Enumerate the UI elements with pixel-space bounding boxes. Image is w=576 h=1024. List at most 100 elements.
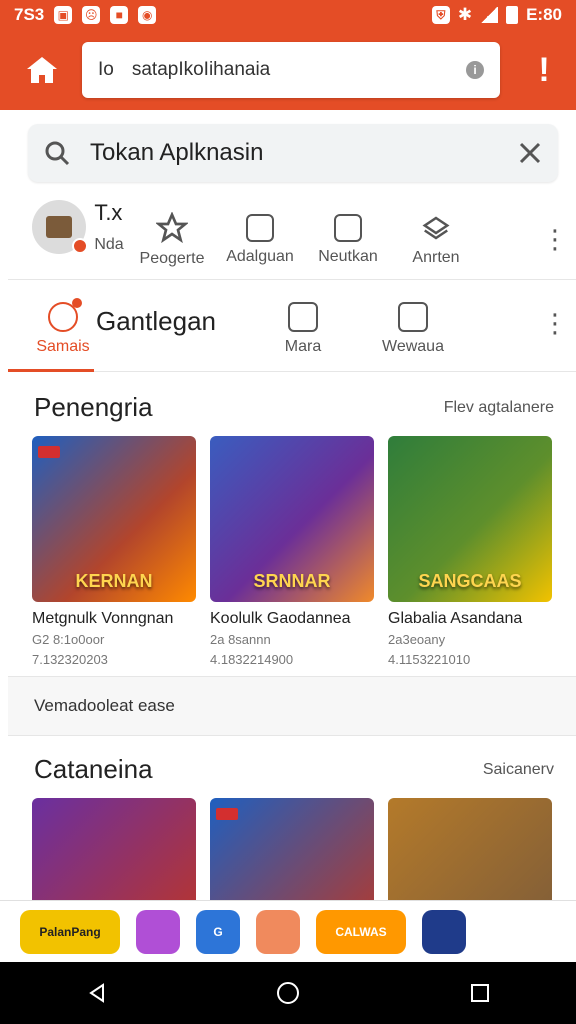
profile-subtitle: Nda xyxy=(94,235,124,253)
shield-icon: ⛨ xyxy=(431,6,450,24)
bottom-app-bar: PalanPang G CALWAS xyxy=(0,900,576,962)
tag-badge xyxy=(216,808,238,820)
card-title: Glabalia Asandana xyxy=(388,610,523,627)
app-thumbnail xyxy=(210,798,374,900)
card-meta: 4.1153221010 xyxy=(388,651,471,667)
section-link[interactable]: Flev agtalanere xyxy=(444,399,554,417)
card-meta: G2 8:1o0oor xyxy=(32,632,105,647)
quick-action-item[interactable]: Anrten xyxy=(392,200,480,280)
section-header: Penengria Flev agtalanere xyxy=(34,392,554,423)
status-time: 7S3 xyxy=(14,5,45,24)
edit-icon xyxy=(398,302,428,332)
face-icon xyxy=(288,302,318,332)
bluetooth-icon: ✱ xyxy=(457,5,473,24)
message-icon: ■ xyxy=(110,6,129,24)
app-card[interactable]: SRNNAR Koolulk Gaodannea 2a 8sannn 4.183… xyxy=(210,436,374,667)
thumbnail-title: SRNNAR xyxy=(253,571,331,591)
alert-button[interactable]: ! xyxy=(526,42,562,98)
tab-mara[interactable]: Mara xyxy=(248,287,358,371)
search-bar[interactable]: Tokan Aplknasin xyxy=(28,124,558,182)
app-bar: Io satapIkoIihanaia i ! xyxy=(0,30,576,110)
tag-badge xyxy=(38,446,60,458)
layers-icon xyxy=(422,215,450,240)
section-header: Cataneina Saicanerv xyxy=(34,754,554,785)
alert-icon: ! xyxy=(538,50,550,89)
close-icon[interactable] xyxy=(518,141,542,165)
star-icon xyxy=(156,211,188,243)
home-circle-icon xyxy=(277,982,299,1004)
emoji-icon: ☹ xyxy=(82,6,101,24)
more-vertical-icon[interactable]: ⋮ xyxy=(542,308,568,339)
app-card[interactable] xyxy=(32,798,196,900)
app-shortcut[interactable]: PalanPang xyxy=(20,909,120,954)
app-card[interactable]: SANGCAAS Glabalia Asandana 2a3eoany 4.11… xyxy=(388,436,552,667)
quick-action-item[interactable]: Adalguan xyxy=(216,200,304,280)
avatar xyxy=(32,199,89,254)
banner-text: Vemadooleat ease xyxy=(34,696,175,715)
app-card[interactable]: KERNAN Metgnulk Vonngnan G2 8:1o0oor 7.1… xyxy=(32,436,196,667)
more-vertical-icon[interactable]: ⋮ xyxy=(542,224,568,255)
card-title: Koolulk Gaodannea xyxy=(210,610,351,627)
card-row xyxy=(32,798,552,900)
info-icon[interactable]: i xyxy=(466,61,484,79)
url-bar[interactable]: Io satapIkoIihanaia i xyxy=(82,42,500,98)
app-shortcut[interactable]: CALWAS xyxy=(316,909,406,954)
tab-label: Samais xyxy=(36,338,90,355)
tab-wewaua[interactable]: Wewaua xyxy=(358,287,468,371)
card-meta: 7.132320203 xyxy=(32,651,108,667)
app-shortcut-label: CALWAS xyxy=(335,924,387,939)
app-shortcut[interactable] xyxy=(136,909,180,954)
back-icon xyxy=(89,983,104,1003)
info-banner[interactable]: Vemadooleat ease xyxy=(8,676,576,736)
app-thumbnail xyxy=(388,798,552,900)
search-icon xyxy=(45,141,70,166)
tab-label: Mara xyxy=(284,338,322,355)
profile-text: T.x Nda xyxy=(94,200,123,254)
quick-action-profile[interactable]: T.x Nda xyxy=(8,199,128,280)
quick-action-label: Neutkan xyxy=(318,247,378,265)
badge xyxy=(72,237,89,254)
quick-action-label: Peogerte xyxy=(139,249,205,267)
app-thumbnail xyxy=(32,798,196,900)
thumbnail-title: SANGCAAS xyxy=(418,571,522,591)
app-shortcut-label: PalanPang xyxy=(39,924,101,939)
recent-apps-button[interactable] xyxy=(458,971,502,1015)
search-input[interactable]: Tokan Aplknasin xyxy=(90,139,518,167)
signal-icon xyxy=(480,7,499,23)
quick-action-label: Anrten xyxy=(412,248,460,266)
tab-section-title: Gantlegan xyxy=(96,306,216,336)
card-row: KERNAN Metgnulk Vonngnan G2 8:1o0oor 7.1… xyxy=(32,436,552,667)
home-button[interactable] xyxy=(266,971,310,1015)
section-link[interactable]: Saicanerv xyxy=(483,761,554,779)
app-card[interactable] xyxy=(210,798,374,900)
controller-icon xyxy=(246,213,274,242)
app-shortcut[interactable] xyxy=(422,909,466,954)
profile-title: T.x xyxy=(94,199,123,225)
status-right: ⛨ ✱ E:80 xyxy=(431,5,562,25)
quick-action-label: Adalguan xyxy=(226,247,294,265)
app-shortcut[interactable]: G xyxy=(196,909,240,954)
card-meta: 4.1832214900 xyxy=(210,651,294,667)
back-button[interactable] xyxy=(74,971,118,1015)
account-icon xyxy=(48,298,82,332)
tab-bar: Samais Gantlegan Mara Wewaua ⋮ xyxy=(8,288,576,372)
recent-apps-icon xyxy=(471,984,489,1002)
tab-label: Wewaua xyxy=(382,338,444,355)
battery-icon xyxy=(506,6,519,24)
app-card[interactable] xyxy=(388,798,552,900)
status-bar: 7S3 ▣ ☹ ■ ◉ ⛨ ✱ E:80 xyxy=(0,0,576,30)
thumbnail-title: KERNAN xyxy=(75,571,153,591)
app-thumbnail: SRNNAR xyxy=(210,436,374,602)
app-shortcut[interactable] xyxy=(256,909,300,954)
app-shortcut-label: G xyxy=(213,924,223,939)
grid-icon xyxy=(334,213,362,242)
quick-action-item[interactable]: Neutkan xyxy=(304,200,392,280)
section-title: Penengria xyxy=(34,392,153,422)
status-right-time: E:80 xyxy=(526,5,562,24)
section-title: Cataneina xyxy=(34,754,153,784)
system-nav-bar xyxy=(0,962,576,1024)
home-button[interactable] xyxy=(14,42,70,98)
card-meta: 2a 8sannn xyxy=(210,632,271,647)
url-text: satapIkoIihanaia xyxy=(131,59,271,80)
quick-action-item[interactable]: Peogerte xyxy=(128,200,216,280)
